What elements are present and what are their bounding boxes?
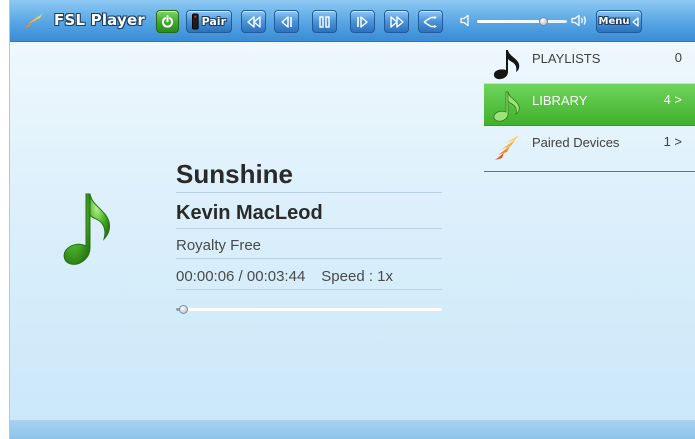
volume-slider[interactable] [477, 17, 567, 26]
rewind-icon [246, 15, 261, 28]
player-window: FSL Player Pair Menu Sunshine Kevin MacL… [9, 0, 695, 439]
pair-remote-icon [192, 13, 199, 30]
shuffle-icon [423, 15, 437, 28]
menu-button-label: Menu [598, 16, 630, 27]
pause-button[interactable] [312, 10, 337, 33]
sidebar-item-playlists[interactable]: PLAYLISTS 0 [484, 42, 695, 84]
sidebar-item-paired-devices[interactable]: Paired Devices 1 > [484, 126, 695, 172]
sidebar-item-count: 4 > [663, 92, 682, 107]
fast-forward-icon [389, 15, 404, 28]
fast-forward-button[interactable] [384, 10, 409, 33]
track-title: Sunshine [176, 155, 442, 193]
pair-button[interactable]: Pair [186, 10, 232, 33]
now-playing-music-note-icon [63, 193, 110, 265]
sidebar-item-label: Paired Devices [532, 135, 620, 150]
seek-bar-thumb[interactable] [179, 305, 189, 314]
volume-low-icon[interactable] [460, 14, 472, 27]
app-title: FSL Player [54, 11, 145, 29]
power-icon [161, 15, 174, 28]
previous-track-icon [281, 15, 292, 28]
next-track-button[interactable] [350, 10, 375, 33]
seek-bar[interactable] [176, 305, 442, 314]
track-artist: Kevin MacLeod [176, 193, 442, 229]
menu-arrow-icon [632, 16, 640, 27]
music-note-icon [493, 91, 520, 122]
rewind-button[interactable] [241, 10, 266, 33]
time-row: 00:00:06 / 00:03:44 Speed : 1x [176, 259, 442, 290]
side-menu: PLAYLISTS 0 LIBRARY 4 > Paired Devices 1… [484, 42, 695, 172]
toolbar: FSL Player Pair Menu [10, 0, 695, 42]
music-note-icon [493, 50, 520, 80]
playback-speed: Speed : 1x [321, 268, 393, 285]
sidebar-item-label: LIBRARY [532, 93, 588, 108]
app-logo-icon [24, 13, 43, 28]
shuffle-button[interactable] [418, 10, 443, 33]
volume-high-icon[interactable] [571, 14, 588, 27]
power-button[interactable] [156, 10, 179, 33]
sidebar-item-count: 1 > [663, 134, 682, 149]
previous-track-button[interactable] [274, 10, 299, 33]
footer-bar [10, 420, 695, 439]
playback-time: 00:00:06 / 00:03:44 [176, 268, 306, 285]
sidebar-item-label: PLAYLISTS [532, 51, 601, 66]
menu-button[interactable]: Menu [596, 10, 642, 33]
now-playing-panel: Sunshine Kevin MacLeod Royalty Free 00:0… [176, 155, 442, 290]
volume-slider-thumb[interactable] [538, 17, 548, 26]
pause-icon [319, 15, 330, 28]
pair-button-label: Pair [201, 15, 226, 28]
paired-devices-icon [495, 135, 519, 160]
next-track-icon [357, 15, 368, 28]
sidebar-item-count: 0 [674, 50, 682, 65]
track-album: Royalty Free [176, 229, 442, 259]
sidebar-item-library[interactable]: LIBRARY 4 > [484, 84, 695, 126]
